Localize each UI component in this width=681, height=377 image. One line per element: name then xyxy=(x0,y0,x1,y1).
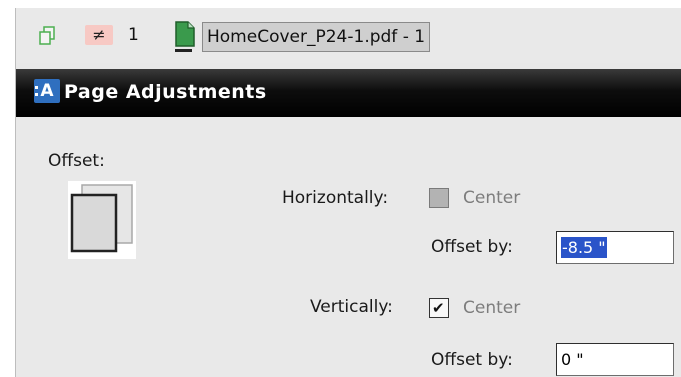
horizontal-center-checkbox[interactable] xyxy=(429,188,449,208)
vertical-center-label: Center xyxy=(463,298,521,318)
app-logo-letter: A xyxy=(40,81,54,101)
vertical-label: Vertically: xyxy=(310,297,393,317)
vertical-offset-label: Offset by: xyxy=(431,350,513,370)
not-equal-icon[interactable]: ≠ xyxy=(85,25,113,45)
horizontal-offset-input[interactable]: -8.5 " xyxy=(556,231,674,264)
horizontal-label: Horizontally: xyxy=(282,188,389,208)
checkmark-icon: ✔ xyxy=(432,299,445,317)
horizontal-offset-label: Offset by: xyxy=(431,237,513,257)
document-icon xyxy=(175,21,195,47)
offset-preview-icon xyxy=(68,181,136,259)
vertical-center-checkbox[interactable]: ✔ xyxy=(429,298,449,318)
panel-header: A Page Adjustments xyxy=(16,69,681,117)
offset-section-label: Offset: xyxy=(48,151,105,171)
horizontal-offset-value: -8.5 " xyxy=(561,237,607,258)
copy-icon[interactable] xyxy=(38,26,56,46)
vertical-offset-input[interactable]: 0 " xyxy=(556,343,674,376)
document-count: 1 xyxy=(128,25,139,45)
horizontal-center-label: Center xyxy=(463,188,521,208)
vertical-offset-value: 0 " xyxy=(561,350,584,369)
panel-title: Page Adjustments xyxy=(64,81,267,103)
window-frame: ≠ 1 HomeCover_P24-1.pdf - 1 A Page Adjus… xyxy=(15,8,681,377)
active-tab-indicator xyxy=(175,49,192,52)
file-tab[interactable]: HomeCover_P24-1.pdf - 1 xyxy=(202,22,431,52)
app-logo-icon: A xyxy=(34,79,60,103)
tab-bar: ≠ 1 HomeCover_P24-1.pdf - 1 xyxy=(16,8,681,63)
panel-body: Offset: Horizontally: Center Offset by: … xyxy=(16,117,681,377)
